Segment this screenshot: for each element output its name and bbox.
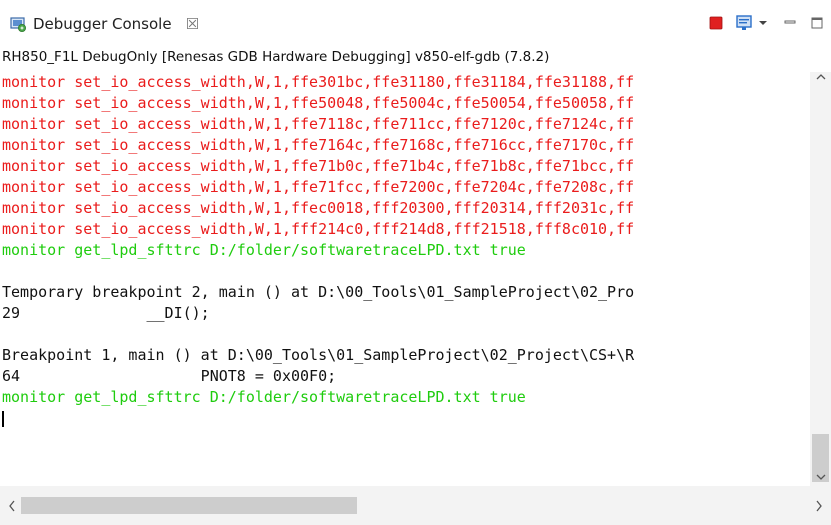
horizontal-scrollbar[interactable] xyxy=(0,486,831,525)
chevron-down-icon[interactable] xyxy=(755,12,771,34)
console-line: 64 PNOT8 = 0x00F0; xyxy=(2,367,337,385)
text-cursor xyxy=(2,410,4,427)
console-line: monitor set_io_access_width,W,1,ffe7118c… xyxy=(2,115,635,133)
console-line: Temporary breakpoint 2, main () at D:\00… xyxy=(2,283,635,301)
console-line: monitor get_lpd_sfttrc D:/folder/softwar… xyxy=(2,241,526,259)
console-line: monitor set_io_access_width,W,1,fff214c0… xyxy=(2,220,635,238)
console-line: monitor get_lpd_sfttrc D:/folder/softwar… xyxy=(2,388,526,406)
console-line: Breakpoint 1, main () at D:\00_Tools\01_… xyxy=(2,346,635,364)
session-label: RH850_F1L DebugOnly [Renesas GDB Hardwar… xyxy=(2,49,550,65)
vertical-scrollbar[interactable] xyxy=(810,72,831,486)
console-line: 29 __DI(); xyxy=(2,304,210,322)
debugger-console-icon xyxy=(10,16,27,33)
console-input-line[interactable] xyxy=(0,408,810,429)
close-icon[interactable]: ☒ xyxy=(186,15,199,33)
minimize-icon[interactable] xyxy=(777,12,803,34)
console-line: monitor set_io_access_width,W,1,ffec0018… xyxy=(2,199,635,217)
console-line: monitor set_io_access_width,W,1,ffe71fcc… xyxy=(2,178,635,196)
console-line: monitor set_io_access_width,W,1,ffe7164c… xyxy=(2,136,635,154)
scroll-down-icon[interactable] xyxy=(816,470,826,486)
scroll-right-icon[interactable] xyxy=(814,500,824,516)
scroll-left-icon[interactable] xyxy=(7,500,17,516)
horizontal-scroll-thumb[interactable] xyxy=(21,497,357,514)
tab-debugger-console[interactable]: Debugger Console ☒ xyxy=(4,9,199,39)
console-output[interactable]: monitor set_io_access_width,W,1,ffe301bc… xyxy=(0,72,810,486)
console-line: monitor set_io_access_width,W,1,ffe50048… xyxy=(2,94,635,112)
console-line: monitor set_io_access_width,W,1,ffe71b0c… xyxy=(2,157,635,175)
view-toolbar xyxy=(703,10,831,36)
console-line: monitor set_io_access_width,W,1,ffe301bc… xyxy=(2,73,635,91)
view-tab-bar: Debugger Console ☒ xyxy=(0,0,831,44)
scroll-up-icon[interactable] xyxy=(816,70,826,86)
tab-title: Debugger Console xyxy=(33,15,172,33)
terminate-icon[interactable] xyxy=(703,12,729,34)
maximize-icon[interactable] xyxy=(803,12,831,34)
display-console-icon[interactable] xyxy=(733,12,755,34)
